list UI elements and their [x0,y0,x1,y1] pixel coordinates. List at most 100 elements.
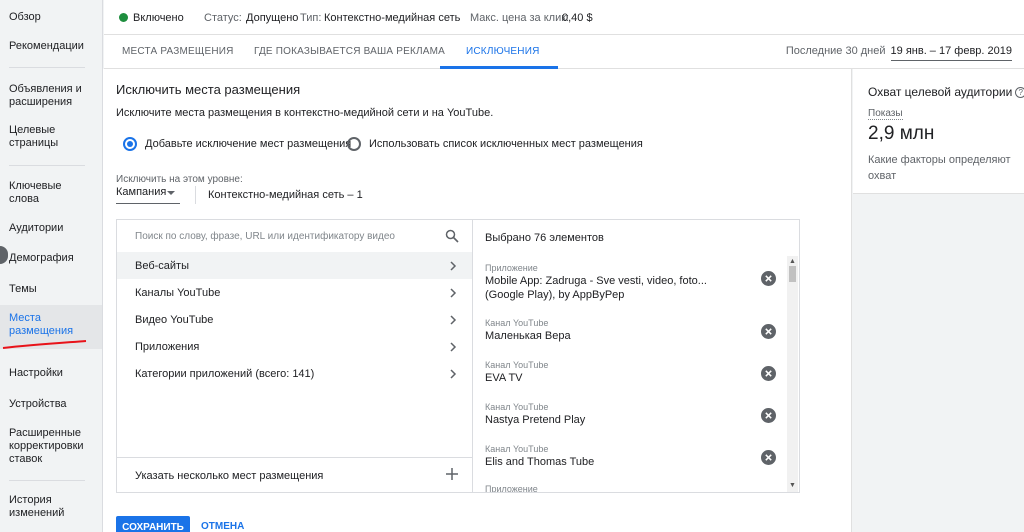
category-label: Категории приложений (всего: 141) [135,368,315,380]
scrollbar-thumb[interactable] [789,266,796,282]
selected-item-type: Приложение [485,484,538,492]
reach-title-text: Охват целевой аудитории [868,85,1013,99]
max-cpc-label: Макс. цена за клик: [470,12,570,24]
category-app-categories[interactable]: Категории приложений (всего: 141) [117,360,472,387]
sidebar-divider [9,480,85,481]
selected-item-name: EVA TV [485,372,523,384]
exclude-level-campaign: Контекстно-медийная сеть – 1 [208,189,363,201]
remove-icon[interactable] [761,271,776,286]
selected-item-type: Канал YouTube [485,360,549,370]
selected-item: Канал YouTube Nastya Pretend Play [485,402,776,427]
sidebar: Обзор Рекомендации Объявления и расширен… [0,0,103,532]
max-cpc-value[interactable]: 0,40 $ [562,12,593,24]
placement-browser: Поиск по слову, фразе, URL или идентифик… [117,220,473,492]
remove-icon[interactable] [761,324,776,339]
exclude-level-select-value: Кампания [116,186,167,198]
selected-item-name: Маленькая Вера [485,330,571,342]
help-icon[interactable]: ? [1015,87,1024,98]
page-subtitle: Исключите места размещения в контекстно-… [116,107,494,119]
chevron-right-icon [450,315,457,325]
dropdown-caret-icon [167,191,175,195]
sidebar-item-recommendations[interactable]: Рекомендации [0,40,102,53]
category-youtube-channels[interactable]: Каналы YouTube [117,279,472,306]
add-multiple-label: Указать несколько мест размещения [135,470,324,482]
sidebar-item-label: Места размещения [9,312,74,337]
exclusions-panel: Исключить места размещения Исключите мес… [103,69,852,532]
selected-item: Канал YouTube Elis and Thomas Tube [485,444,776,469]
status-enabled[interactable]: Включено [133,12,184,24]
selected-count: Выбрано 76 элементов [485,232,604,244]
exclude-level-select[interactable]: Кампания [116,186,180,204]
sidebar-item-placements[interactable]: Места размещения [0,305,102,349]
category-label: Видео YouTube [135,314,214,326]
selected-placements: Выбрано 76 элементов Приложение Mobile A… [473,220,799,492]
type-label: Тип: [300,12,322,24]
status-label: Статус: [204,12,242,24]
selected-scrollbar[interactable] [787,256,798,492]
search-placeholder: Поиск по слову, фразе, URL или идентифик… [135,231,395,242]
category-label: Приложения [135,341,200,353]
category-label: Каналы YouTube [135,287,221,299]
date-range-label: Последние 30 дней [785,45,886,57]
scroll-down-icon[interactable]: ▼ [789,482,796,489]
remove-icon[interactable] [761,408,776,423]
sidebar-item-advanced-bid-adjustments[interactable]: Расширенные корректировки ставок [0,427,95,466]
sidebar-item-devices[interactable]: Устройства [0,398,102,411]
radio-use-exclusion-list[interactable] [347,137,361,151]
selected-item-type: Канал YouTube [485,318,549,328]
tab-placements[interactable]: МЕСТА РАЗМЕЩЕНИЯ [122,46,234,57]
page-title: Исключить места размещения [116,82,301,97]
search-icon[interactable] [445,229,459,243]
radio-use-exclusion-list-label[interactable]: Использовать список исключенных мест раз… [369,138,643,150]
reach-metric-label[interactable]: Показы [868,108,903,120]
scroll-up-icon[interactable]: ▲ [789,258,796,265]
reach-metric-value: 2,9 млн [868,123,935,144]
reach-title: Охват целевой аудитории? [868,85,1024,99]
category-youtube-videos[interactable]: Видео YouTube [117,306,472,333]
sidebar-item-ads-extensions[interactable]: Объявления и расширения [0,83,95,109]
placement-picker: Поиск по слову, фразе, URL или идентифик… [116,219,800,493]
sidebar-item-landing-pages[interactable]: Целевые страницы [0,124,80,150]
chevron-right-icon [450,261,457,271]
selected-item-type: Канал YouTube [485,444,549,454]
status-enabled-icon [119,13,128,22]
category-apps[interactable]: Приложения [117,333,472,360]
radio-add-exclusion[interactable] [123,137,137,151]
sidebar-item-topics[interactable]: Темы [0,283,102,296]
sidebar-item-settings[interactable]: Настройки [0,367,102,380]
remove-icon[interactable] [761,450,776,465]
save-button[interactable]: СОХРАНИТЬ [116,516,190,532]
sidebar-item-change-history[interactable]: История изменений [0,494,70,520]
search-input[interactable]: Поиск по слову, фразе, URL или идентифик… [117,220,472,253]
selected-item-name: Mobile App: Zadruga - Sve vesti, video, … [485,275,707,301]
chevron-right-icon [450,342,457,352]
tab-exclusions[interactable]: ИСКЛЮЧЕНИЯ [466,46,540,57]
type-value: Контекстно-медийная сеть [324,12,461,24]
date-range-value[interactable]: 19 янв. – 17 февр. 2019 [890,45,1012,61]
sidebar-divider [9,67,85,68]
tabs-bar: МЕСТА РАЗМЕЩЕНИЯ ГДЕ ПОКАЗЫВАЕТСЯ ВАША Р… [104,35,1024,69]
sidebar-item-demographics[interactable]: Демография [0,252,102,265]
add-multiple-placements[interactable]: Указать несколько мест размещения [117,457,472,492]
sidebar-item-audiences[interactable]: Аудитории [0,222,102,235]
category-label: Веб-сайты [135,260,190,272]
sidebar-divider [9,165,85,166]
cancel-button[interactable]: ОТМЕНА [201,521,244,532]
remove-icon[interactable] [761,366,776,381]
plus-icon[interactable] [445,467,459,481]
tab-where-ads-showed[interactable]: ГДЕ ПОКАЗЫВАЕТСЯ ВАША РЕКЛАМА [254,46,445,57]
audience-reach-panel: Охват целевой аудитории? Показы 2,9 млн … [853,69,1024,194]
chevron-right-icon [450,288,457,298]
category-websites[interactable]: Веб-сайты [117,252,472,279]
reach-factors-link[interactable]: Какие факторы определяют охват [868,152,1018,184]
sidebar-item-overview[interactable]: Обзор [0,11,102,24]
sidebar-item-keywords[interactable]: Ключевые слова [0,180,75,206]
date-range-picker[interactable]: Последние 30 дней 19 янв. – 17 февр. 2019 [785,45,1012,61]
selected-item-type: Приложение [485,263,538,273]
chevron-right-icon [450,369,457,379]
selected-item: Канал YouTube Маленькая Вера [485,318,776,343]
radio-add-exclusion-label[interactable]: Добавьте исключение мест размещения [145,138,351,150]
selected-item: Приложение Mobile App: Zadruga - Sve ves… [485,263,776,302]
selected-item-name: Elis and Thomas Tube [485,456,595,468]
selected-item-type: Канал YouTube [485,402,549,412]
